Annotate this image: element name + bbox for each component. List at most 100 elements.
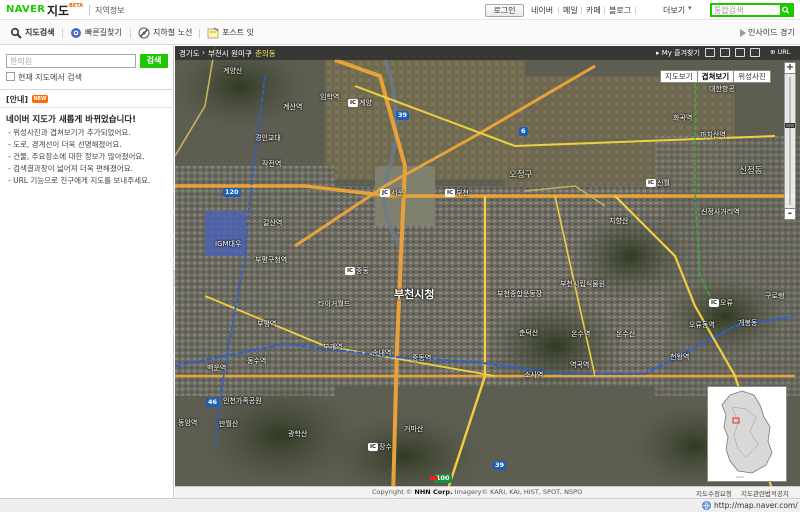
- url-button[interactable]: ⊕ URL: [770, 48, 790, 56]
- search-icon[interactable]: [780, 5, 792, 15]
- map-label-place[interactable]: 타이거월드: [318, 299, 350, 309]
- nav-cafe-link[interactable]: 카페: [586, 5, 601, 16]
- route-icon: [71, 27, 81, 38]
- search-current-map-checkbox[interactable]: [6, 72, 15, 81]
- map-label-interchange[interactable]: 신월: [657, 178, 670, 188]
- imagery-credit: Imagery© KARI, KAI, HIST, SPOT, NSPO: [454, 488, 583, 496]
- map-label-place[interactable]: 경인교대: [255, 133, 281, 143]
- tab-fast-route[interactable]: 빠른길찾기: [70, 26, 122, 40]
- breadcrumb-city[interactable]: 부천시 원미구: [208, 48, 252, 59]
- breadcrumb-province[interactable]: 경기도: [179, 48, 200, 59]
- map-label-place[interactable]: IGM대우: [215, 239, 241, 249]
- map-edit-request-link[interactable]: 지도수정요청: [696, 488, 732, 498]
- nav-more-link[interactable]: 더보기: [663, 5, 685, 16]
- chevron-right-icon: ›: [202, 48, 205, 57]
- map-label-park[interactable]: 인천가족공원: [223, 396, 262, 406]
- map-label-station[interactable]: 계산역: [283, 102, 302, 112]
- map-label-station[interactable]: 역곡역: [570, 360, 589, 370]
- map-toolbar: 지도검색 빠른길찾기 지하철 노선 포스트 잇 인사이드 경기: [0, 21, 800, 45]
- status-url-text: http://map.naver.com/: [714, 501, 798, 510]
- local-info-link[interactable]: 지역정보: [95, 5, 124, 16]
- my-favorites-button[interactable]: ▸ My 즐겨찾기: [656, 48, 700, 58]
- measure-icon[interactable]: [735, 48, 745, 57]
- map-type-hybrid[interactable]: 겹쳐보기: [696, 70, 735, 83]
- map-label-mountain[interactable]: 온수산: [616, 329, 635, 339]
- map-label-station[interactable]: 오류동역: [689, 320, 715, 330]
- map-label-place[interactable]: 구로행: [765, 291, 784, 301]
- map-label-station[interactable]: 갈산역: [263, 218, 282, 228]
- map-label-station[interactable]: 부개역: [323, 342, 342, 352]
- breadcrumb-dong[interactable]: 춘의동: [255, 48, 276, 59]
- tab-map-search[interactable]: 지도검색: [10, 26, 54, 40]
- map-label-station[interactable]: 백운역: [207, 363, 226, 373]
- map-label-interchange[interactable]: 중동: [356, 266, 369, 276]
- map-label-mountain[interactable]: 지향산: [609, 216, 628, 226]
- map-label-station[interactable]: 부평역: [257, 319, 276, 329]
- map-label-district[interactable]: 오정구: [509, 168, 532, 180]
- login-button[interactable]: 로그인: [485, 4, 524, 17]
- print-icon[interactable]: [705, 48, 715, 57]
- nav-naver-link[interactable]: 네이버: [531, 5, 553, 16]
- map-label-mountain[interactable]: 만월산: [219, 419, 238, 429]
- map-label-station[interactable]: 동암역: [178, 418, 197, 428]
- notice-title: 네이버 지도가 새롭게 바뀌었습니다!: [6, 115, 137, 125]
- nav-mail-link[interactable]: 메일: [563, 5, 578, 16]
- map-label-station[interactable]: 작전역: [262, 159, 281, 169]
- map-label-interchange[interactable]: 서운: [391, 188, 404, 198]
- tab-subway-map[interactable]: 지하철 노선: [138, 26, 192, 40]
- map-label-station[interactable]: 신정사거리역: [701, 207, 740, 217]
- zoom-slider-track[interactable]: [789, 77, 791, 205]
- overview-minimap[interactable]: [707, 386, 787, 482]
- map-label-station[interactable]: 소사역: [524, 370, 543, 380]
- map-label-city-hall[interactable]: 부천시청: [394, 286, 434, 302]
- zoom-slider-thumb[interactable]: [785, 123, 795, 128]
- map-label-place[interactable]: 부천시립식물원: [560, 279, 605, 289]
- map-label-station[interactable]: 천왕역: [670, 352, 689, 362]
- chevron-down-icon[interactable]: ▾: [688, 4, 692, 12]
- integrated-search-box[interactable]: 통합검색: [710, 3, 794, 17]
- map-type-normal[interactable]: 지도보기: [660, 70, 698, 83]
- map-label-mountain[interactable]: 광학산: [288, 429, 307, 439]
- map-label-interchange[interactable]: 오류: [720, 298, 733, 308]
- notice-heading: [안내]: [6, 95, 29, 104]
- map-viewport[interactable]: 경기도 › 부천시 원미구 › 춘의동 ▸ My 즐겨찾기 ⊕ URL 지도보기…: [175, 46, 800, 498]
- map-label-station[interactable]: 임학역: [320, 92, 339, 102]
- nav-blog-link[interactable]: 블로그: [609, 5, 631, 16]
- map-label-station[interactable]: 동수역: [247, 356, 266, 366]
- area-icon[interactable]: [750, 48, 760, 57]
- map-label-interchange[interactable]: 부천: [456, 188, 469, 198]
- search-current-map-label[interactable]: 현재 지도에서 검색: [18, 72, 82, 83]
- map-legal-notice-link[interactable]: 지도관련법적공지: [741, 488, 789, 498]
- map-label-station[interactable]: 중동역: [412, 353, 431, 363]
- map-label-mountain[interactable]: 거마산: [404, 424, 423, 434]
- tab-post-it[interactable]: 포스트 잇: [207, 26, 254, 40]
- map-label-station[interactable]: 송내역: [372, 348, 391, 358]
- map-label-district[interactable]: 신정동: [739, 164, 762, 176]
- map-label-place[interactable]: 개봉동: [738, 318, 757, 328]
- map-label-station[interactable]: 화곡역: [673, 113, 692, 123]
- search-button[interactable]: 검색: [140, 54, 168, 68]
- service-title[interactable]: 지도: [47, 2, 69, 19]
- save-icon[interactable]: [720, 48, 730, 57]
- inside-gyeonggi-link[interactable]: 인사이드 경기: [740, 26, 795, 40]
- zoom-control: + -: [784, 62, 796, 220]
- map-label-interchange[interactable]: 장수: [379, 442, 392, 452]
- ic-badge: IC: [646, 179, 657, 187]
- place-search-input[interactable]: 한의원: [6, 54, 136, 68]
- place-search-value[interactable]: 한의원: [10, 56, 32, 67]
- map-label-place[interactable]: 부천종합운동장: [497, 289, 542, 299]
- map-label-mountain[interactable]: 계양산: [223, 66, 242, 76]
- map-label-station[interactable]: 까치산역: [700, 130, 726, 140]
- integrated-search-input[interactable]: 통합검색: [714, 5, 743, 16]
- notice-item: - 건물, 주요장소에 대한 정보가 많아졌어요.: [8, 152, 145, 161]
- map-label-station[interactable]: 부평구청역: [255, 255, 287, 265]
- map-label-mountain[interactable]: 춘덕산: [519, 328, 538, 338]
- naver-logo[interactable]: NAVER: [6, 4, 45, 15]
- map-type-satellite[interactable]: 위성사진: [733, 70, 771, 83]
- map-label-place[interactable]: 대한항공: [709, 84, 735, 94]
- map-label-station[interactable]: 온수역: [571, 329, 590, 339]
- zoom-out-button[interactable]: -: [784, 208, 796, 220]
- zoom-in-button[interactable]: +: [784, 62, 796, 74]
- map-label-interchange[interactable]: 계양: [359, 98, 372, 108]
- tab-post-it-label: 포스트 잇: [222, 28, 254, 37]
